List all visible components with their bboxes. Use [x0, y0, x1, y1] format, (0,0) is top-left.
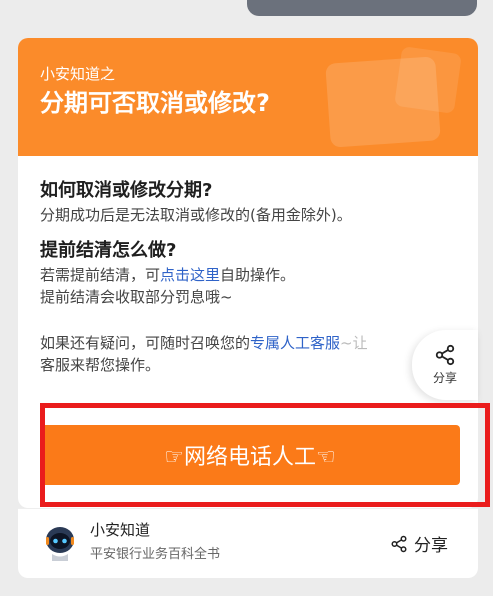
header-title: 分期可否取消或修改?: [40, 89, 270, 117]
answer-early-settlement-line1: 若需提前结清，可点击这里自助操作。: [40, 266, 296, 284]
card-header: 小安知道之 分期可否取消或修改?: [18, 38, 478, 156]
footer-name: 小安知道: [90, 521, 151, 539]
question-cancel-modify: 如何取消或修改分期?: [40, 180, 213, 201]
footer-description: 平安银行业务百科全书: [90, 547, 221, 562]
card-content: 如何取消或修改分期? 分期成功后是无法取消或修改的(备用金除外)。 提前结清怎么…: [18, 156, 478, 376]
robot-avatar-icon: [46, 527, 74, 561]
floating-share-button[interactable]: 分享: [412, 330, 478, 400]
footer-bar: 小安知道 平安银行业务百科全书 分享: [18, 508, 478, 578]
footer-share-label: 分享: [414, 536, 448, 556]
highlight-box: [40, 403, 490, 507]
header-subtitle: 小安知道之: [40, 65, 116, 83]
footer-share-button[interactable]: 分享: [390, 531, 448, 556]
answer-cancel-modify: 分期成功后是无法取消或修改的(备用金除外)。: [40, 206, 352, 224]
floating-share-label: 分享: [432, 371, 457, 385]
answer-early-settlement-line2: 提前结清会收取部分罚息哦~: [40, 288, 233, 306]
share-icon: [391, 535, 407, 552]
contact-line1: 如果还有疑问，可随时召唤您的专属人工客服~让: [40, 334, 368, 352]
question-early-settlement: 提前结清怎么做?: [40, 240, 177, 261]
click-here-link[interactable]: 点击这里: [160, 266, 220, 284]
customer-service-link[interactable]: 专属人工客服: [250, 334, 340, 352]
share-icon: [435, 344, 455, 366]
chat-bubble-top: [247, 0, 477, 16]
